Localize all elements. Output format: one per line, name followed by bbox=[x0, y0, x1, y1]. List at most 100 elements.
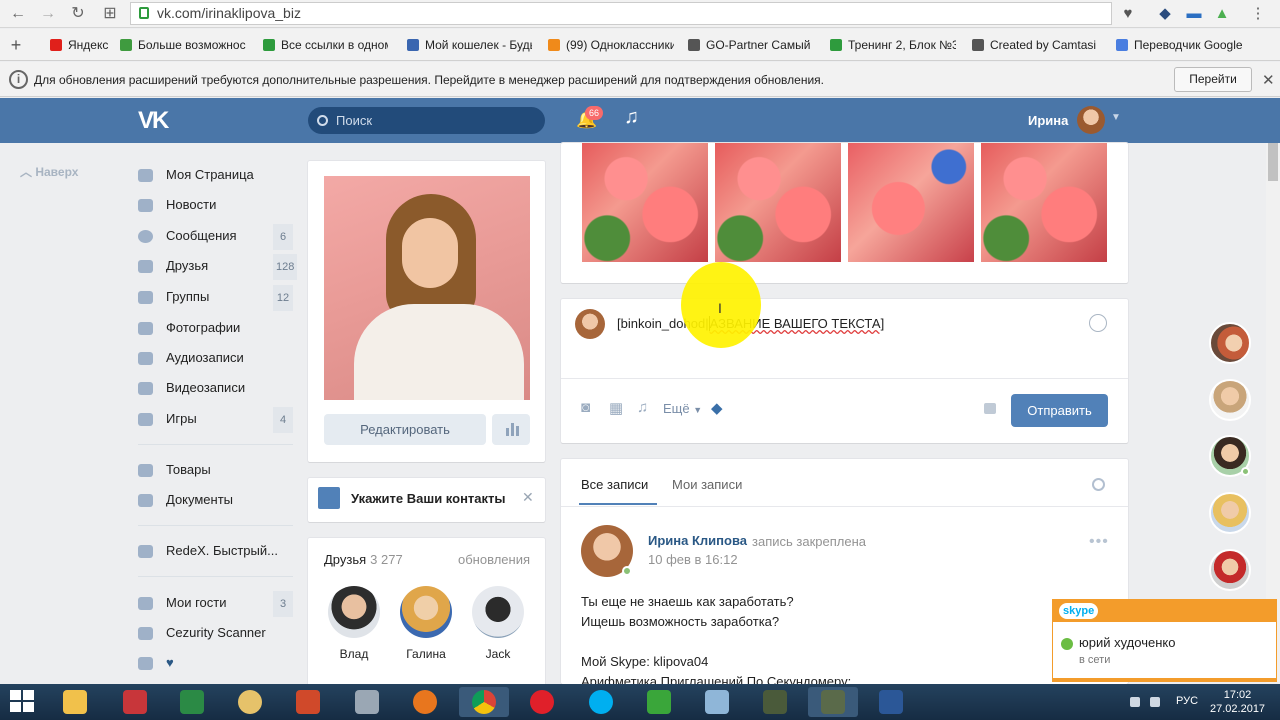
house-icon bbox=[318, 487, 340, 509]
sidebar-item-heart-app[interactable]: ♥ bbox=[138, 652, 298, 678]
sidebar-item-audio[interactable]: Аудиозаписи bbox=[138, 347, 298, 373]
emoji-icon[interactable] bbox=[1089, 314, 1107, 332]
extension-cart-icon[interactable]: ▬ bbox=[1184, 4, 1204, 24]
vk-logo[interactable]: VK bbox=[138, 107, 169, 135]
sidebar-item-cezurity[interactable]: Cezurity Scanner bbox=[138, 622, 298, 648]
send-button[interactable]: Отправить bbox=[1011, 394, 1108, 427]
tab-my-posts[interactable]: Мои записи bbox=[672, 477, 742, 492]
taskbar-calculator[interactable] bbox=[342, 687, 392, 717]
taskbar-powerpoint[interactable] bbox=[283, 687, 333, 717]
address-bar[interactable]: vk.com/irinaklipova_biz bbox=[130, 2, 1112, 25]
music-player-icon[interactable]: ♫ bbox=[624, 106, 639, 129]
browser-menu-icon[interactable]: ⋮ bbox=[1248, 4, 1268, 24]
bookmark-item[interactable]: Created by Camtasia bbox=[972, 38, 1096, 52]
taskbar-app[interactable] bbox=[692, 687, 742, 717]
scroll-up-link[interactable]: ︿ Наверх bbox=[20, 163, 78, 180]
bookmark-item[interactable]: Мой кошелек - Будь bbox=[407, 38, 532, 52]
rose-photo[interactable] bbox=[715, 143, 841, 262]
post-author[interactable]: Ирина Клипова bbox=[648, 533, 747, 548]
more-options-icon[interactable]: ••• bbox=[1089, 533, 1109, 551]
sidebar-item-photos[interactable]: Фотографии bbox=[138, 317, 298, 343]
taskbar-app[interactable] bbox=[750, 687, 800, 717]
composer-divider bbox=[561, 378, 1128, 379]
sidebar-item-friends[interactable]: Друзья 128 bbox=[138, 254, 298, 281]
sidebar-item-groups[interactable]: Группы 12 bbox=[138, 285, 298, 312]
tab-all-posts[interactable]: Все записи bbox=[581, 477, 648, 492]
sidebar-item-news[interactable]: Новости bbox=[138, 194, 298, 220]
sidebar-item-messages[interactable]: Сообщения 6 bbox=[138, 224, 298, 251]
taskbar-explorer[interactable] bbox=[50, 687, 100, 717]
skype-notification[interactable]: skype юрий худоченко в сети bbox=[1052, 599, 1277, 682]
bookmark-item[interactable]: Переводчик Google bbox=[1116, 38, 1246, 52]
music-icon[interactable]: ♫ bbox=[637, 399, 648, 416]
bookmark-item[interactable]: GO-Partner Самый б bbox=[688, 38, 812, 52]
friends-updates-link[interactable]: обновления bbox=[458, 552, 530, 567]
apps-grid-icon[interactable]: ⊞ bbox=[100, 4, 120, 24]
infobar-go-button[interactable]: Перейти bbox=[1174, 67, 1252, 92]
taskbar-app[interactable] bbox=[808, 687, 858, 717]
sidebar-item-documents[interactable]: Документы bbox=[138, 489, 298, 515]
contacts-prompt-card[interactable]: Укажите Ваши контакты ✕ bbox=[308, 478, 545, 522]
avatar[interactable] bbox=[1077, 106, 1105, 134]
taskbar-skype[interactable] bbox=[576, 687, 626, 717]
stats-button[interactable] bbox=[492, 414, 530, 445]
friend-card[interactable]: Jack bbox=[468, 586, 528, 661]
close-icon[interactable]: ✕ bbox=[1262, 71, 1275, 89]
friend-card[interactable]: Влад bbox=[324, 586, 384, 661]
online-friend-avatar[interactable] bbox=[1209, 492, 1251, 534]
post-date[interactable]: 10 фев в 16:12 bbox=[648, 552, 738, 567]
forward-icon[interactable]: → bbox=[38, 4, 58, 24]
scrollbar-thumb[interactable] bbox=[1268, 143, 1278, 181]
add-bookmark-icon[interactable]: + bbox=[6, 35, 26, 55]
cube-app-icon[interactable]: ◆ bbox=[711, 399, 723, 417]
online-friend-avatar[interactable] bbox=[1209, 549, 1251, 591]
back-icon[interactable]: ← bbox=[8, 4, 28, 24]
rose-photo[interactable] bbox=[848, 143, 974, 262]
taskbar-paint[interactable] bbox=[225, 687, 275, 717]
taskbar-excel[interactable] bbox=[167, 687, 217, 717]
user-name[interactable]: Ирина bbox=[1028, 113, 1068, 128]
network-icon[interactable] bbox=[1150, 697, 1160, 707]
lock-icon[interactable] bbox=[984, 403, 996, 414]
bookmark-item[interactable]: Все ссылки в одном bbox=[263, 38, 388, 52]
search-icon[interactable] bbox=[1092, 478, 1105, 491]
sidebar-item-video[interactable]: Видеозаписи bbox=[138, 377, 298, 403]
windows-start-icon[interactable] bbox=[10, 690, 36, 714]
video-icon[interactable]: ▦ bbox=[609, 399, 623, 417]
rose-photo[interactable] bbox=[582, 143, 708, 262]
extension-stack-icon[interactable]: ◆ bbox=[1155, 4, 1175, 24]
close-icon[interactable]: ✕ bbox=[522, 489, 534, 506]
taskbar-firefox[interactable] bbox=[400, 687, 450, 717]
sidebar-item-games[interactable]: Игры 4 bbox=[138, 407, 298, 434]
profile-photo[interactable] bbox=[324, 176, 530, 400]
language-indicator[interactable]: РУС bbox=[1176, 695, 1198, 707]
sidebar-item-guests[interactable]: Мои гости 3 bbox=[138, 591, 298, 618]
reload-icon[interactable]: ↻ bbox=[68, 4, 88, 24]
system-clock[interactable]: 17:02 27.02.2017 bbox=[1210, 688, 1265, 716]
edit-profile-button[interactable]: Редактировать bbox=[324, 414, 486, 445]
bookmark-item[interactable]: Яндекс bbox=[50, 38, 112, 52]
chevron-down-icon[interactable]: ▼ bbox=[1111, 112, 1121, 123]
rose-photo[interactable] bbox=[981, 143, 1107, 262]
search-input[interactable]: Поиск bbox=[308, 107, 545, 134]
sidebar-item-goods[interactable]: Товары bbox=[138, 459, 298, 485]
bookmark-item[interactable]: Тренинг 2, Блок №3 bbox=[830, 38, 956, 52]
sidebar-item-my-page[interactable]: Моя Страница bbox=[138, 164, 298, 190]
extension-drive-icon[interactable]: ▲ bbox=[1212, 4, 1232, 24]
taskbar-opera[interactable] bbox=[517, 687, 567, 717]
more-attachments-button[interactable]: Ещё ▼ bbox=[663, 401, 702, 416]
taskbar-app[interactable] bbox=[110, 687, 160, 717]
camera-icon[interactable]: ◙ bbox=[581, 399, 590, 416]
taskbar-word[interactable] bbox=[866, 687, 916, 717]
online-friend-avatar[interactable] bbox=[1209, 379, 1251, 421]
taskbar-chrome[interactable] bbox=[459, 687, 509, 717]
friend-card[interactable]: Галина bbox=[396, 586, 456, 661]
friends-block-title[interactable]: Друзья 3 277 bbox=[324, 552, 403, 567]
bookmark-item[interactable]: Больше возможнос bbox=[120, 38, 248, 52]
bookmark-item[interactable]: (99) Одноклассники bbox=[548, 38, 674, 52]
bookmark-heart-icon[interactable]: ♥ bbox=[1118, 4, 1138, 24]
online-friend-avatar[interactable] bbox=[1209, 322, 1251, 364]
taskbar-camtasia[interactable] bbox=[634, 687, 684, 717]
sidebar-item-redex[interactable]: RedeX. Быстрый... bbox=[138, 540, 298, 566]
tray-icon[interactable] bbox=[1130, 697, 1140, 707]
